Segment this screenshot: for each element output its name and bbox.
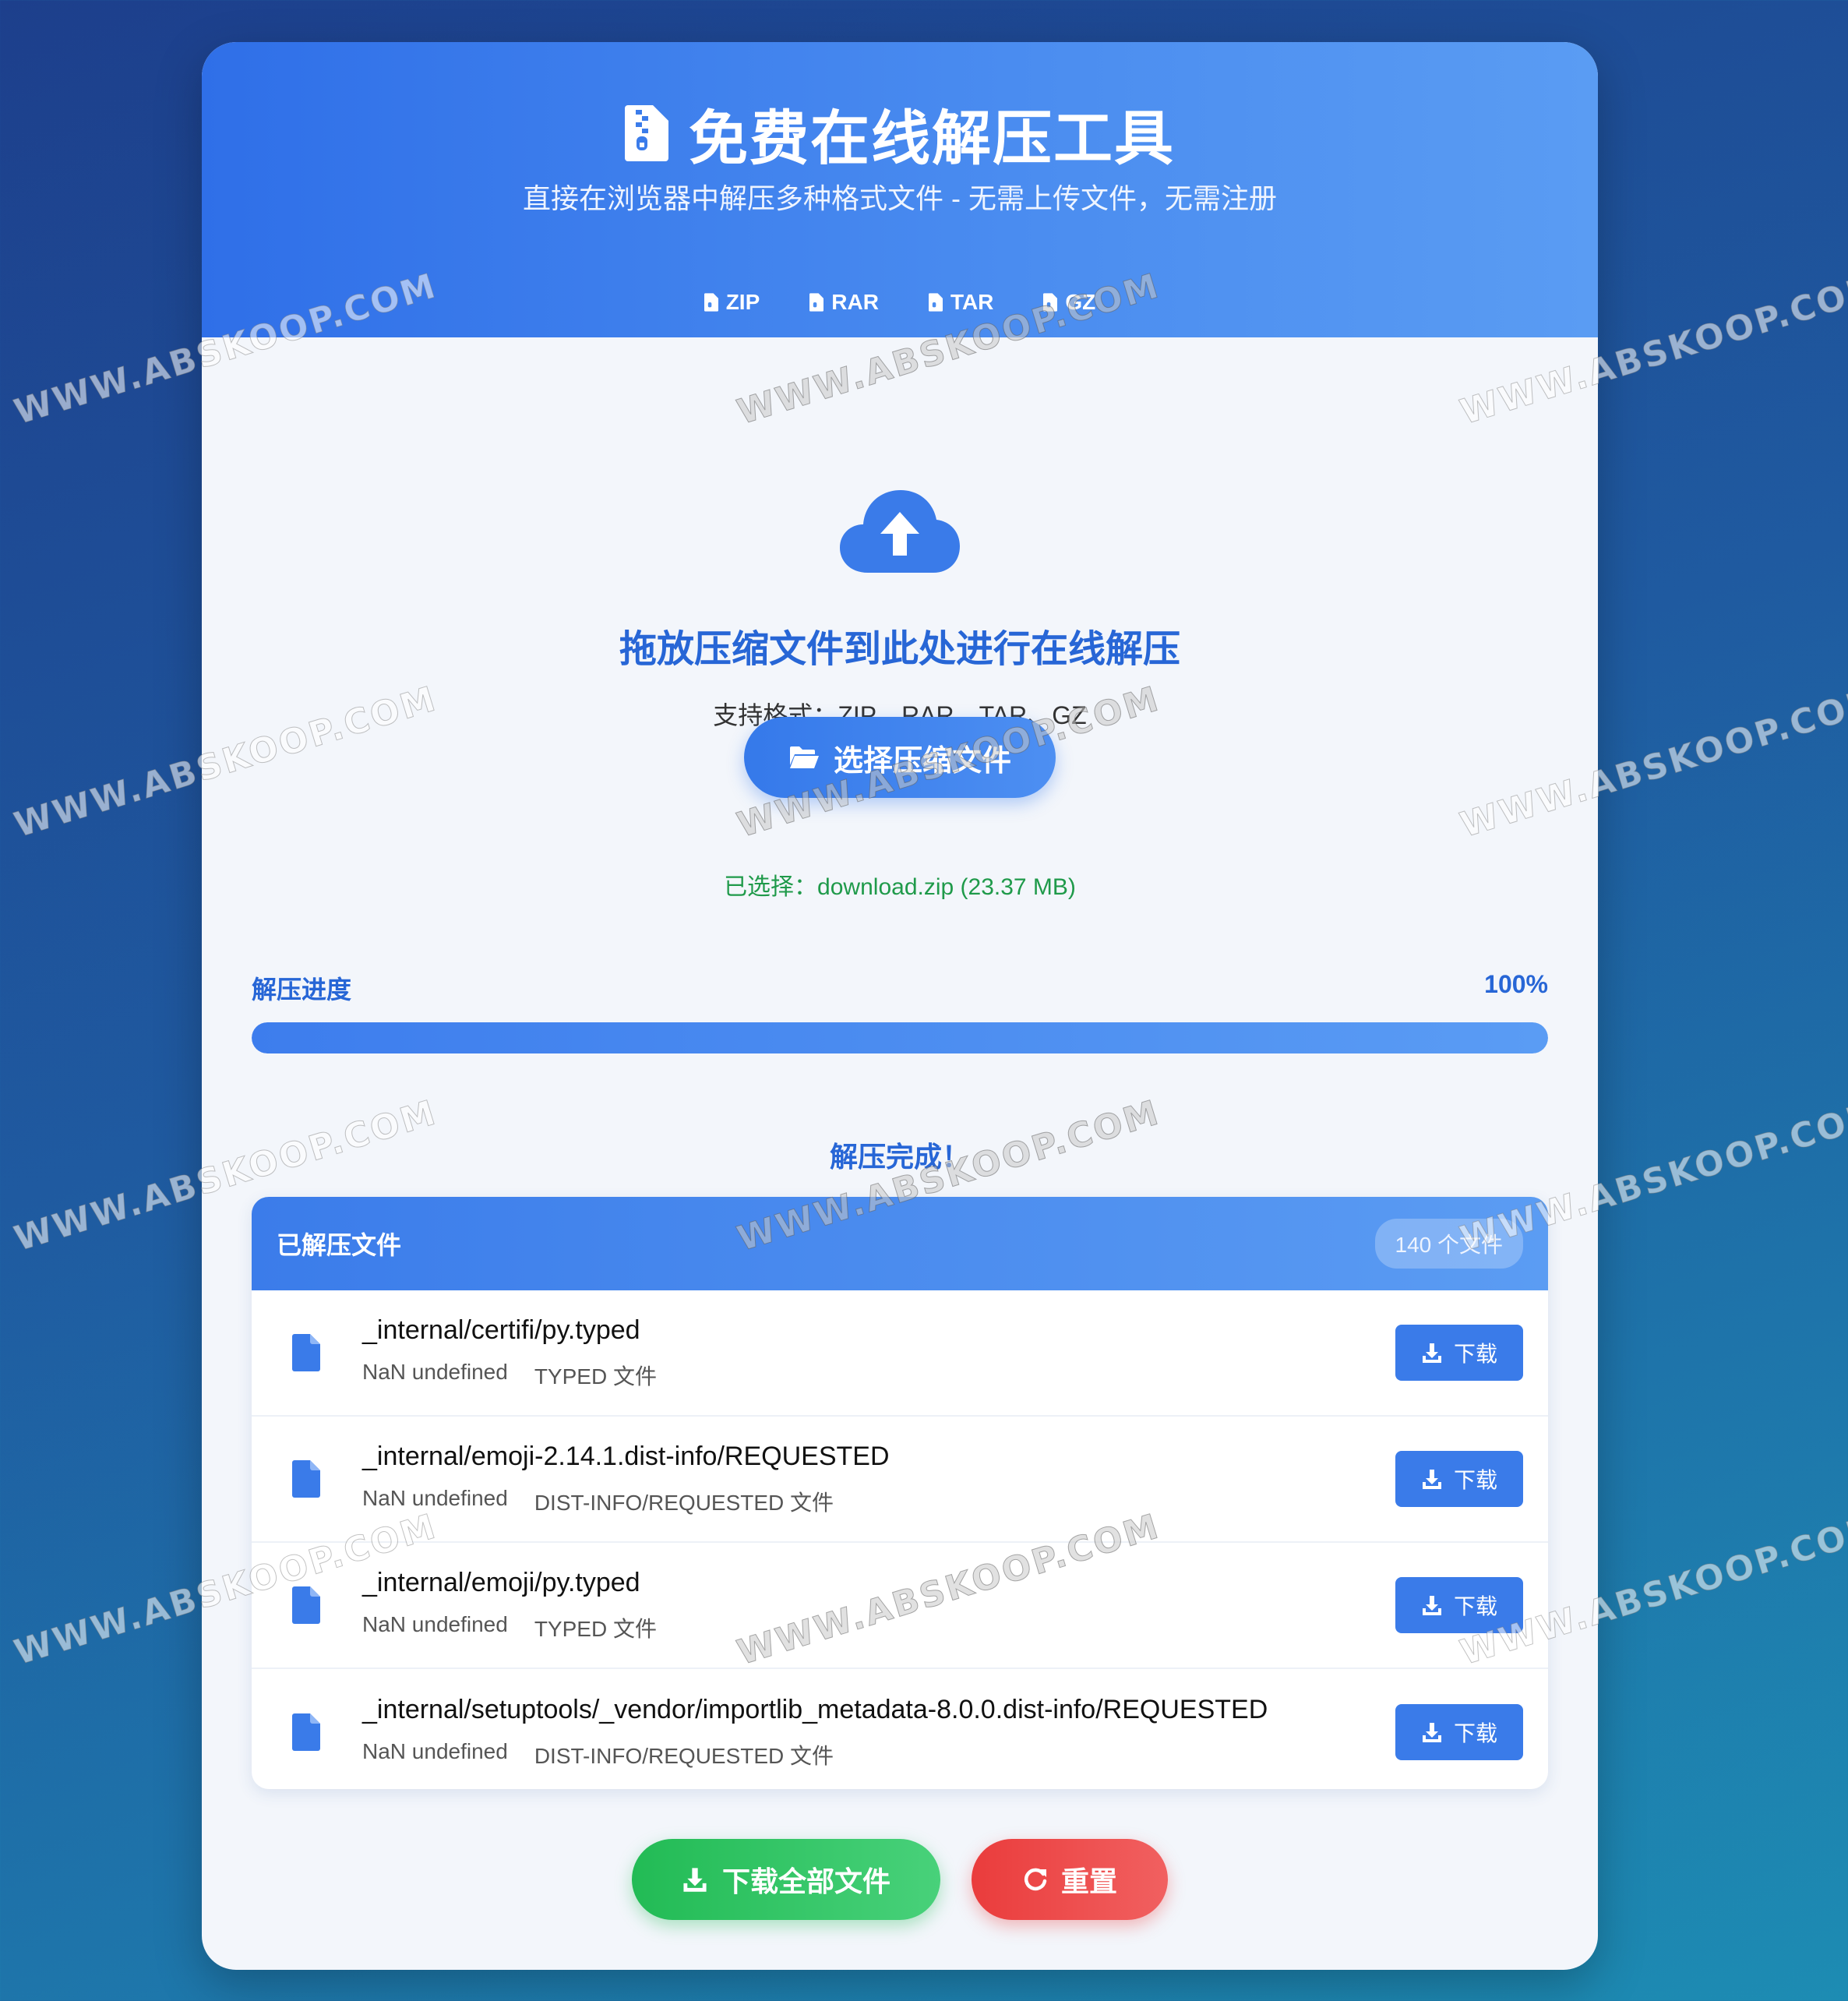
download-icon bbox=[1422, 1343, 1441, 1363]
file-info: _internal/emoji/py.typed NaN undefined T… bbox=[362, 1568, 1395, 1643]
download-button[interactable]: 下载 bbox=[1395, 1704, 1523, 1760]
file-name: _internal/certifi/py.typed bbox=[362, 1315, 640, 1345]
file-size: NaN undefined bbox=[362, 1485, 508, 1510]
page-subtitle: 直接在浏览器中解压多种格式文件 - 无需上传文件，无需注册 bbox=[523, 182, 1277, 214]
format-label: RAR bbox=[831, 290, 879, 314]
file-type: DIST-INFO/REQUESTED 文件 bbox=[534, 1490, 834, 1515]
drop-title: 拖放压缩文件到此处进行在线解压 bbox=[619, 627, 1180, 671]
file-row: _internal/emoji-2.14.1.dist-info/REQUEST… bbox=[252, 1417, 1548, 1543]
file-name: _internal/setuptools/_vendor/importlib_m… bbox=[362, 1694, 1268, 1724]
format-tag-rar: RAR bbox=[809, 290, 879, 315]
cloud-upload-icon bbox=[840, 490, 960, 573]
file-info: _internal/emoji-2.14.1.dist-info/REQUEST… bbox=[362, 1442, 1395, 1517]
format-tag-gz: GZ bbox=[1043, 290, 1095, 315]
format-list: ZIP RAR TAR GZ bbox=[202, 290, 1598, 315]
download-all-label: 下载全部文件 bbox=[721, 1866, 890, 1898]
zip-file-icon bbox=[625, 105, 668, 161]
download-label: 下载 bbox=[1453, 1342, 1497, 1366]
download-label: 下载 bbox=[1453, 1594, 1497, 1618]
file-icon bbox=[292, 1713, 320, 1751]
file-info: _internal/certifi/py.typed NaN undefined… bbox=[362, 1315, 1395, 1391]
download-button[interactable]: 下载 bbox=[1395, 1325, 1523, 1381]
file-name: _internal/emoji-2.14.1.dist-info/REQUEST… bbox=[362, 1441, 890, 1471]
download-icon bbox=[1422, 1596, 1441, 1615]
zip-file-icon bbox=[704, 293, 718, 312]
file-size: NaN undefined bbox=[362, 1611, 508, 1636]
reset-label: 重置 bbox=[1060, 1866, 1117, 1898]
file-name: _internal/emoji/py.typed bbox=[362, 1567, 640, 1597]
download-icon bbox=[1422, 1723, 1441, 1742]
file-meta: NaN undefined TYPED 文件 bbox=[362, 1612, 1395, 1643]
reset-button[interactable]: 重置 bbox=[972, 1839, 1168, 1920]
zip-file-icon bbox=[809, 293, 824, 312]
format-label: TAR bbox=[950, 290, 994, 314]
file-size: NaN undefined bbox=[362, 1359, 508, 1384]
redo-icon bbox=[1024, 1868, 1047, 1891]
download-button[interactable]: 下载 bbox=[1395, 1451, 1523, 1507]
file-row: _internal/certifi/py.typed NaN undefined… bbox=[252, 1290, 1548, 1417]
files-panel-header: 已解压文件 140 个文件 bbox=[252, 1197, 1548, 1290]
file-meta: NaN undefined TYPED 文件 bbox=[362, 1360, 1395, 1391]
title-row: 免费在线解压工具 bbox=[202, 90, 1598, 176]
file-size: NaN undefined bbox=[362, 1738, 508, 1763]
choose-file-button[interactable]: 选择压缩文件 bbox=[744, 717, 1056, 798]
file-icon bbox=[292, 1460, 320, 1498]
file-icon bbox=[292, 1334, 320, 1371]
format-tag-zip: ZIP bbox=[704, 290, 760, 315]
file-row: _internal/setuptools/_vendor/importlib_m… bbox=[252, 1669, 1548, 1789]
extract-complete-text: 解压完成！ bbox=[829, 1142, 970, 1173]
file-type: TYPED 文件 bbox=[534, 1364, 657, 1389]
format-label: ZIP bbox=[725, 290, 760, 314]
zip-file-icon bbox=[1043, 293, 1058, 312]
extracted-files-panel: 已解压文件 140 个文件 _internal/certifi/py.typed… bbox=[252, 1197, 1548, 1789]
progress-bar-fill bbox=[252, 1022, 1548, 1053]
download-icon bbox=[1422, 1470, 1441, 1489]
file-meta: NaN undefined DIST-INFO/REQUESTED 文件 bbox=[362, 1486, 1395, 1517]
folder-open-icon bbox=[789, 746, 819, 768]
progress-label: 解压进度 bbox=[252, 975, 352, 1004]
progress-percent: 100% bbox=[1484, 970, 1548, 998]
file-count-badge: 140 个文件 bbox=[1374, 1219, 1523, 1269]
selected-file-text: 已选择：download.zip (23.37 MB) bbox=[724, 874, 1076, 900]
file-icon bbox=[292, 1586, 320, 1624]
files-panel-title: 已解压文件 bbox=[277, 1230, 402, 1260]
download-label: 下载 bbox=[1453, 1468, 1497, 1492]
file-meta: NaN undefined DIST-INFO/REQUESTED 文件 bbox=[362, 1739, 1395, 1770]
file-info: _internal/setuptools/_vendor/importlib_m… bbox=[362, 1695, 1395, 1770]
download-label: 下载 bbox=[1453, 1721, 1497, 1745]
file-type: TYPED 文件 bbox=[534, 1616, 657, 1641]
page-title: 免费在线解压工具 bbox=[689, 104, 1175, 173]
format-tag-tar: TAR bbox=[928, 290, 994, 315]
action-buttons: 下载全部文件 重置 bbox=[202, 1839, 1598, 1920]
zip-file-icon bbox=[928, 293, 943, 312]
file-row: _internal/emoji/py.typed NaN undefined T… bbox=[252, 1543, 1548, 1669]
choose-file-label: 选择压缩文件 bbox=[833, 743, 1011, 778]
format-label: GZ bbox=[1065, 290, 1096, 314]
download-icon bbox=[683, 1868, 707, 1892]
progress-bar bbox=[252, 1022, 1548, 1053]
main-card: 免费在线解压工具 直接在浏览器中解压多种格式文件 - 无需上传文件，无需注册 Z… bbox=[202, 42, 1598, 1970]
download-all-button[interactable]: 下载全部文件 bbox=[632, 1839, 940, 1920]
header: 免费在线解压工具 直接在浏览器中解压多种格式文件 - 无需上传文件，无需注册 Z… bbox=[202, 42, 1598, 337]
file-type: DIST-INFO/REQUESTED 文件 bbox=[534, 1743, 834, 1768]
download-button[interactable]: 下载 bbox=[1395, 1577, 1523, 1633]
